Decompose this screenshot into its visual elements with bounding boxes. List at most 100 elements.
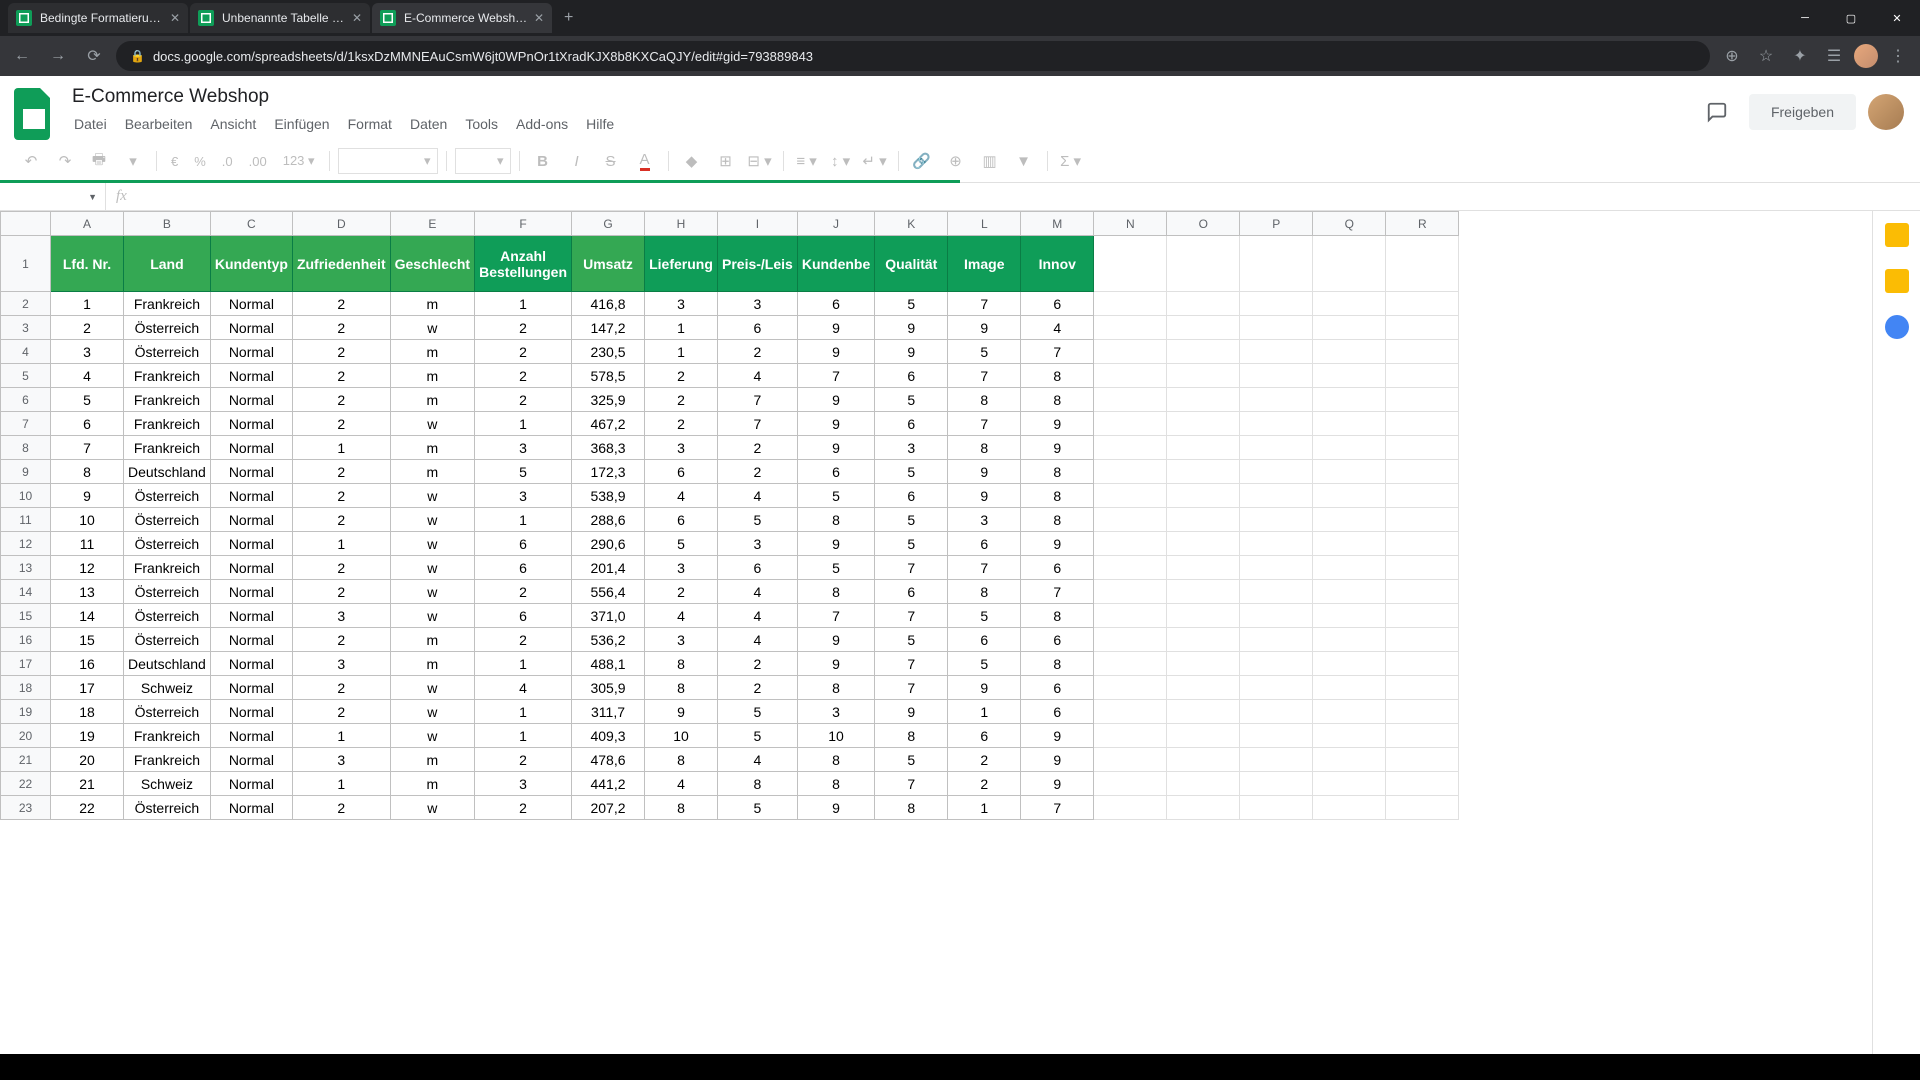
- cell[interactable]: [1386, 388, 1459, 412]
- header-cell[interactable]: Umsatz: [572, 236, 645, 292]
- cell[interactable]: 8: [948, 436, 1021, 460]
- row-header[interactable]: 13: [1, 556, 51, 580]
- cell[interactable]: 325,9: [572, 388, 645, 412]
- row-header[interactable]: 19: [1, 700, 51, 724]
- cell[interactable]: 8: [718, 772, 798, 796]
- cell[interactable]: [1313, 556, 1386, 580]
- cell[interactable]: [1240, 436, 1313, 460]
- cell[interactable]: [1313, 388, 1386, 412]
- cell[interactable]: Normal: [210, 436, 292, 460]
- cell[interactable]: 6: [1021, 556, 1094, 580]
- cell[interactable]: m: [390, 340, 474, 364]
- cell[interactable]: 3: [475, 436, 572, 460]
- cell[interactable]: m: [390, 652, 474, 676]
- cell[interactable]: 9: [948, 676, 1021, 700]
- cell[interactable]: 7: [1021, 580, 1094, 604]
- cell[interactable]: 3: [797, 700, 874, 724]
- cell[interactable]: [1240, 556, 1313, 580]
- cell[interactable]: 409,3: [572, 724, 645, 748]
- cell[interactable]: 8: [645, 748, 718, 772]
- cell[interactable]: Normal: [210, 316, 292, 340]
- italic-button[interactable]: I: [562, 146, 592, 176]
- cell[interactable]: 9: [1021, 532, 1094, 556]
- cell[interactable]: [1240, 676, 1313, 700]
- cell[interactable]: Österreich: [124, 604, 211, 628]
- percent-button[interactable]: %: [188, 154, 212, 169]
- cell[interactable]: 6: [718, 556, 798, 580]
- header-cell[interactable]: Zufriedenheit: [292, 236, 390, 292]
- cell[interactable]: [1313, 652, 1386, 676]
- merge-cells-button[interactable]: ⊟ ▾: [745, 146, 775, 176]
- cell[interactable]: 288,6: [572, 508, 645, 532]
- cell[interactable]: 1: [475, 292, 572, 316]
- cell[interactable]: [1240, 460, 1313, 484]
- browser-tab[interactable]: E-Commerce Webshop - Google✕: [372, 3, 552, 33]
- cell[interactable]: [1386, 316, 1459, 340]
- row-header[interactable]: 17: [1, 652, 51, 676]
- cell[interactable]: 201,4: [572, 556, 645, 580]
- comments-button[interactable]: [1697, 92, 1737, 132]
- cell[interactable]: 7: [948, 292, 1021, 316]
- cell[interactable]: [1240, 604, 1313, 628]
- column-header[interactable]: A: [51, 212, 124, 236]
- cell[interactable]: [1313, 724, 1386, 748]
- undo-button[interactable]: ↶: [16, 146, 46, 176]
- cell[interactable]: 2: [292, 316, 390, 340]
- cell[interactable]: [1313, 340, 1386, 364]
- cell[interactable]: [1094, 580, 1167, 604]
- cell[interactable]: 1: [475, 700, 572, 724]
- cell[interactable]: 6: [1021, 700, 1094, 724]
- cell[interactable]: 6: [948, 628, 1021, 652]
- cell[interactable]: [1094, 724, 1167, 748]
- text-color-button[interactable]: A: [630, 146, 660, 176]
- cell[interactable]: 8: [797, 772, 874, 796]
- cell[interactable]: 2: [292, 412, 390, 436]
- select-all-corner[interactable]: [1, 212, 51, 236]
- cell[interactable]: 14: [51, 604, 124, 628]
- cell[interactable]: 2: [292, 508, 390, 532]
- cell[interactable]: 2: [475, 580, 572, 604]
- cell[interactable]: Normal: [210, 580, 292, 604]
- cell[interactable]: 3: [875, 436, 948, 460]
- cell[interactable]: 7: [948, 412, 1021, 436]
- cell[interactable]: 2: [645, 412, 718, 436]
- cell[interactable]: 5: [948, 604, 1021, 628]
- cell[interactable]: 4: [645, 484, 718, 508]
- spreadsheet-grid[interactable]: ABCDEFGHIJKLMNOPQR1Lfd. Nr.LandKundentyp…: [0, 211, 1872, 1061]
- cell[interactable]: 9: [875, 316, 948, 340]
- cell[interactable]: w: [390, 796, 474, 820]
- cell[interactable]: [1313, 532, 1386, 556]
- cell[interactable]: 8: [875, 796, 948, 820]
- cell[interactable]: [1386, 580, 1459, 604]
- cell[interactable]: 2: [645, 580, 718, 604]
- cell[interactable]: 2: [718, 652, 798, 676]
- increase-decimal-button[interactable]: .00: [243, 154, 273, 169]
- cell[interactable]: 8: [1021, 460, 1094, 484]
- cell[interactable]: 4: [718, 628, 798, 652]
- header-cell[interactable]: Lieferung: [645, 236, 718, 292]
- cell[interactable]: Normal: [210, 412, 292, 436]
- cell[interactable]: [1240, 748, 1313, 772]
- cell[interactable]: [1167, 388, 1240, 412]
- cell[interactable]: 6: [797, 460, 874, 484]
- maximize-button[interactable]: ▢: [1828, 0, 1874, 36]
- cell[interactable]: Österreich: [124, 340, 211, 364]
- cell[interactable]: [1386, 676, 1459, 700]
- sheets-logo-icon[interactable]: [12, 84, 56, 140]
- column-header[interactable]: E: [390, 212, 474, 236]
- cell[interactable]: [1094, 508, 1167, 532]
- cell[interactable]: 2: [292, 556, 390, 580]
- cell[interactable]: [1313, 580, 1386, 604]
- font-size-select[interactable]: ▾: [455, 148, 511, 174]
- cell[interactable]: 3: [718, 532, 798, 556]
- cell[interactable]: [1167, 580, 1240, 604]
- account-avatar[interactable]: [1868, 94, 1904, 130]
- row-header[interactable]: 18: [1, 676, 51, 700]
- menu-add-ons[interactable]: Add-ons: [508, 112, 576, 136]
- cell[interactable]: 6: [645, 460, 718, 484]
- cell[interactable]: w: [390, 316, 474, 340]
- browser-profile-avatar[interactable]: [1854, 44, 1878, 68]
- horizontal-align-button[interactable]: ≡ ▾: [792, 146, 822, 176]
- cell[interactable]: [1167, 364, 1240, 388]
- cell[interactable]: 371,0: [572, 604, 645, 628]
